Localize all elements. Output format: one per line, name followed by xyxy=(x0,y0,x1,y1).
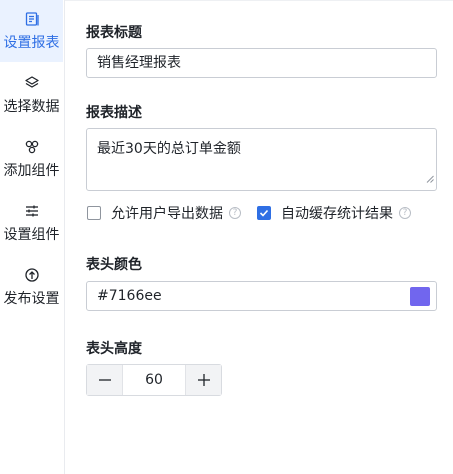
sidebar-item-add-components[interactable]: 添加组件 xyxy=(0,128,63,190)
report-title-value: 销售经理报表 xyxy=(97,55,181,71)
report-description-textarea[interactable]: 最近30天的总订单金额 xyxy=(86,128,437,191)
sidebar-item-label: 选择数据 xyxy=(3,99,60,115)
sliders-icon xyxy=(24,202,40,220)
minus-icon xyxy=(98,379,111,381)
header-color-label: 表头颜色 xyxy=(86,257,142,273)
report-settings-icon xyxy=(24,10,40,28)
header-height-stepper: 60 xyxy=(86,364,222,396)
layers-icon xyxy=(24,74,40,92)
report-description-value: 最近30天的总订单金额 xyxy=(97,141,241,157)
color-swatch[interactable] xyxy=(410,287,430,306)
auto-cache-option[interactable]: 自动缓存统计结果 ? xyxy=(257,204,411,222)
sidebar-item-label: 设置报表 xyxy=(3,35,60,51)
allow-export-label: 允许用户导出数据 xyxy=(111,206,223,222)
sidebar-item-label: 添加组件 xyxy=(3,163,60,179)
sidebar-item-select-data[interactable]: 选择数据 xyxy=(0,64,63,126)
header-color-input[interactable]: #7166ee xyxy=(86,281,437,311)
resize-handle-icon[interactable] xyxy=(426,170,434,188)
auto-cache-checkbox[interactable] xyxy=(257,206,271,220)
header-height-label: 表头高度 xyxy=(86,341,142,357)
report-title-input[interactable]: 销售经理报表 xyxy=(86,48,437,78)
auto-cache-label: 自动缓存统计结果 xyxy=(281,206,393,222)
sidebar-item-publish-settings[interactable]: 发布设置 xyxy=(0,256,63,318)
header-height-input[interactable]: 60 xyxy=(122,365,186,395)
sidebar-item-label: 设置组件 xyxy=(3,227,60,243)
components-icon xyxy=(24,138,40,156)
allow-export-option[interactable]: 允许用户导出数据 ? xyxy=(87,204,241,222)
checkmark-icon xyxy=(259,209,269,217)
report-title-label: 报表标题 xyxy=(86,25,142,41)
publish-icon xyxy=(24,266,40,284)
help-icon[interactable]: ? xyxy=(399,207,411,219)
plus-icon xyxy=(197,374,210,386)
allow-export-checkbox[interactable] xyxy=(87,206,101,220)
sidebar-item-set-components[interactable]: 设置组件 xyxy=(0,192,63,254)
sidebar-item-label: 发布设置 xyxy=(3,291,60,307)
top-divider xyxy=(65,0,453,1)
report-description-label: 报表描述 xyxy=(86,105,142,121)
help-icon[interactable]: ? xyxy=(229,207,241,219)
sidebar: 设置报表 选择数据 添加组件 设置组件 发布设置 xyxy=(0,0,65,474)
header-color-value: #7166ee xyxy=(97,288,162,304)
increment-button[interactable] xyxy=(186,365,221,395)
settings-panel: 报表标题 销售经理报表 报表描述 最近30天的总订单金额 允许用户导出数据 ? … xyxy=(65,0,453,474)
sidebar-item-report-settings[interactable]: 设置报表 xyxy=(0,0,63,62)
decrement-button[interactable] xyxy=(87,365,122,395)
